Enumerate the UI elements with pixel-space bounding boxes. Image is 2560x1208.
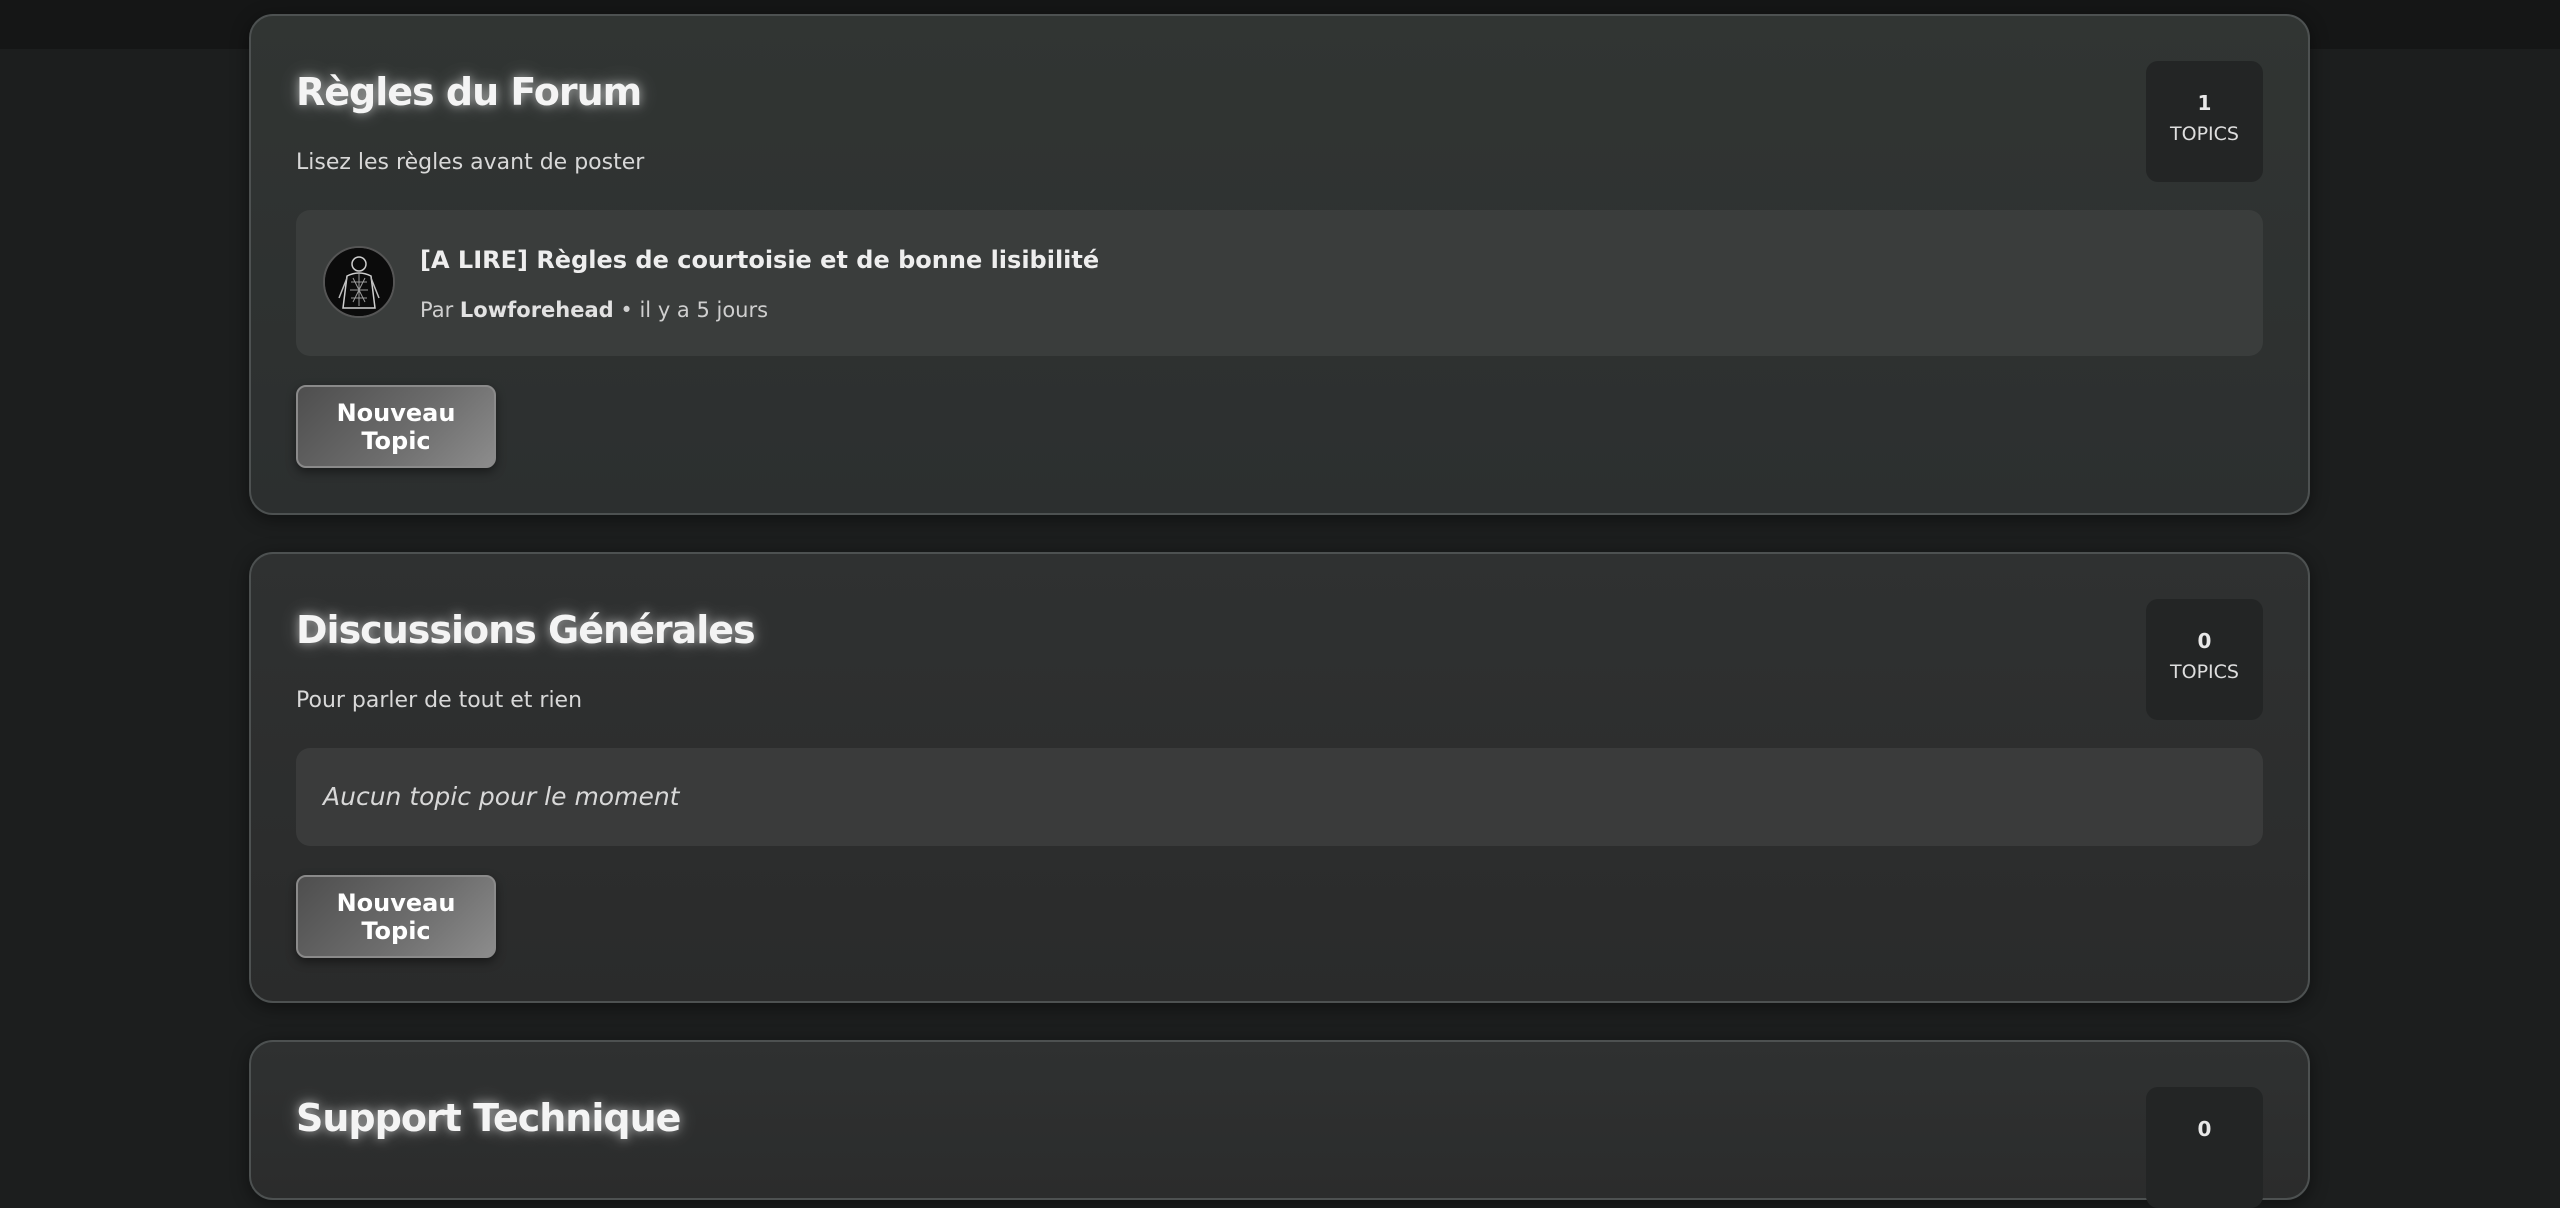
forum-category-list: Règles du Forum Lisez les règles avant d…	[0, 0, 2560, 1208]
topic-title-link[interactable]: [A LIRE] Règles de courtoisie et de bonn…	[420, 246, 1099, 274]
topic-count-label: TOPICS	[2170, 661, 2239, 683]
category-title[interactable]: Discussions Générales	[296, 608, 756, 652]
new-topic-button[interactable]: Nouveau Topic	[296, 875, 496, 958]
topic-count-label: TOPICS	[2170, 123, 2239, 145]
meta-separator: •	[620, 298, 633, 322]
topic-count-value: 0	[2197, 629, 2212, 653]
category-title[interactable]: Support Technique	[296, 1096, 681, 1140]
topic-author-link[interactable]: Lowforehead	[460, 298, 614, 322]
empty-topics-box: Aucun topic pour le moment	[296, 748, 2263, 846]
category-description: Lisez les règles avant de poster	[296, 150, 645, 175]
topic-count-badge: 0	[2146, 1087, 2263, 1208]
topic-row[interactable]: [A LIRE] Règles de courtoisie et de bonn…	[296, 210, 2263, 356]
category-card-regles: Règles du Forum Lisez les règles avant d…	[249, 14, 2310, 515]
category-card-support: Support Technique 0	[249, 1040, 2310, 1208]
topic-count-badge: 1 TOPICS	[2146, 61, 2263, 182]
empty-topics-message: Aucun topic pour le moment	[323, 782, 680, 811]
category-title[interactable]: Règles du Forum	[296, 70, 642, 114]
category-description: Pour parler de tout et rien	[296, 688, 583, 713]
topic-meta: Par Lowforehead • il y a 5 jours	[420, 298, 768, 322]
new-topic-button[interactable]: Nouveau Topic	[296, 385, 496, 468]
topic-count-value: 0	[2197, 1117, 2212, 1141]
topic-count-value: 1	[2197, 91, 2212, 115]
topic-count-badge: 0 TOPICS	[2146, 599, 2263, 720]
by-prefix: Par	[420, 298, 454, 322]
anatomy-figure-icon	[325, 248, 393, 316]
category-card-discussions: Discussions Générales Pour parler de tou…	[249, 552, 2310, 1003]
author-avatar[interactable]	[323, 246, 395, 318]
topic-time: il y a 5 jours	[639, 298, 769, 322]
